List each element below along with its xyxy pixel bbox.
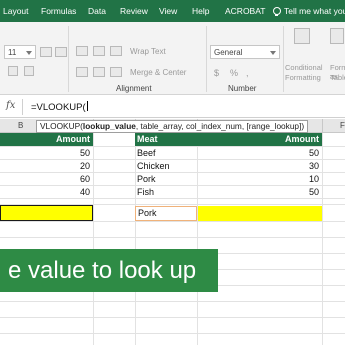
left-amount-cell[interactable]: 40 [0,185,93,199]
align-middle-icon[interactable] [93,46,105,56]
font-size-value: 11 [8,48,17,57]
chevron-down-icon [270,51,276,55]
column-divider [322,119,323,133]
gridline [0,237,345,238]
meat-cell[interactable]: Beef [137,146,197,160]
ribbon-divider [283,26,284,92]
tab-acrobat[interactable]: ACROBAT [225,6,265,16]
ribbon-body: 11 Wrap Text Merge & Center Alignment Ge… [0,22,345,95]
meat-cell[interactable]: Fish [137,185,197,199]
format-as-table-label-2[interactable]: Table [330,73,345,82]
align-center-icon[interactable] [93,67,105,77]
result-highlight-cell[interactable] [198,206,322,221]
tab-review[interactable]: Review [120,6,148,16]
gridline [0,301,345,302]
gridline [322,133,323,345]
tab-data[interactable]: Data [88,6,106,16]
number-group-label: Number [228,84,257,93]
formula-input[interactable]: =VLOOKUP( [31,101,88,113]
wrap-text-button[interactable]: Wrap Text [130,47,166,56]
gridline [135,133,136,345]
tell-me-text: Tell me what you [284,6,345,16]
format-as-table-icon[interactable] [330,28,344,44]
gridline [93,133,94,345]
tooltip-remaining-arguments: , table_array, col_index_num, [range_loo… [135,121,305,131]
tell-me-search[interactable]: Tell me what you [272,6,345,16]
align-left-icon[interactable] [76,67,88,77]
left-amount-cell[interactable]: 60 [0,172,93,186]
right-amount-header[interactable]: Amount [197,133,322,146]
ribbon-divider [206,26,207,92]
gridline [0,221,345,222]
tooltip-current-argument[interactable]: lookup_value [83,121,136,131]
right-amount-cell[interactable]: 50 [197,185,322,199]
formula-bar: fx =VLOOKUP( [0,96,345,118]
caption-banner: e value to look up [0,249,218,292]
gridline [0,317,345,318]
right-amount-cell[interactable]: 30 [197,159,322,173]
gridline [0,333,345,334]
font-size-dropdown[interactable]: 11 [4,45,36,59]
function-tooltip: VLOOKUP(lookup_value, table_array, col_i… [36,120,309,133]
merge-center-button[interactable]: Merge & Center [130,68,186,77]
font-color-icon[interactable] [24,66,34,76]
increase-font-icon[interactable] [40,47,52,57]
ribbon-tab-bar: Layout Formulas Data Review View Help AC… [0,0,345,22]
fx-icon[interactable]: fx [6,100,15,111]
tab-help[interactable]: Help [192,6,209,16]
comma-button[interactable]: , [246,68,249,78]
left-amount-cell[interactable]: 50 [0,146,93,160]
conditional-formatting-label-1[interactable]: Conditional [285,63,323,72]
currency-button[interactable]: $ [214,68,219,78]
conditional-formatting-icon[interactable] [294,28,310,44]
number-format-dropdown[interactable]: General [210,45,280,59]
orientation-icon[interactable] [110,46,122,56]
lookup-value-cell[interactable]: Pork [135,206,197,221]
meat-cell[interactable]: Pork [137,172,197,186]
meat-header[interactable]: Meat [135,133,197,146]
conditional-formatting-label-2[interactable]: Formatting [285,73,321,82]
text-caret [86,101,88,111]
column-header-b[interactable]: B [18,121,23,130]
formula-bar-divider [22,99,23,115]
align-top-icon[interactable] [76,46,88,56]
lightbulb-icon [272,6,281,16]
tab-layout[interactable]: Layout [3,6,29,16]
column-header-f[interactable]: F [340,121,345,130]
ribbon-divider [68,26,69,92]
percent-button[interactable]: % [230,68,238,78]
tab-view[interactable]: View [159,6,177,16]
active-formula-cell[interactable] [0,205,93,221]
tooltip-function-name: VLOOKUP( [40,121,83,131]
left-amount-cell[interactable]: 20 [0,159,93,173]
decrease-font-icon[interactable] [55,47,67,57]
chevron-down-icon [26,51,32,55]
formula-text: =VLOOKUP( [31,102,86,113]
right-amount-cell[interactable]: 10 [197,172,322,186]
tab-formulas[interactable]: Formulas [41,6,76,16]
number-format-value: General [214,48,243,57]
right-amount-cell[interactable]: 50 [197,146,322,160]
align-right-icon[interactable] [110,67,122,77]
fill-color-icon[interactable] [8,66,18,76]
alignment-group-label: Alignment [116,84,152,93]
meat-cell[interactable]: Chicken [137,159,197,173]
worksheet-grid[interactable]: Amount 50 20 60 40 Meat Amount Beef Chic… [0,133,345,345]
left-amount-header[interactable]: Amount [0,133,93,146]
